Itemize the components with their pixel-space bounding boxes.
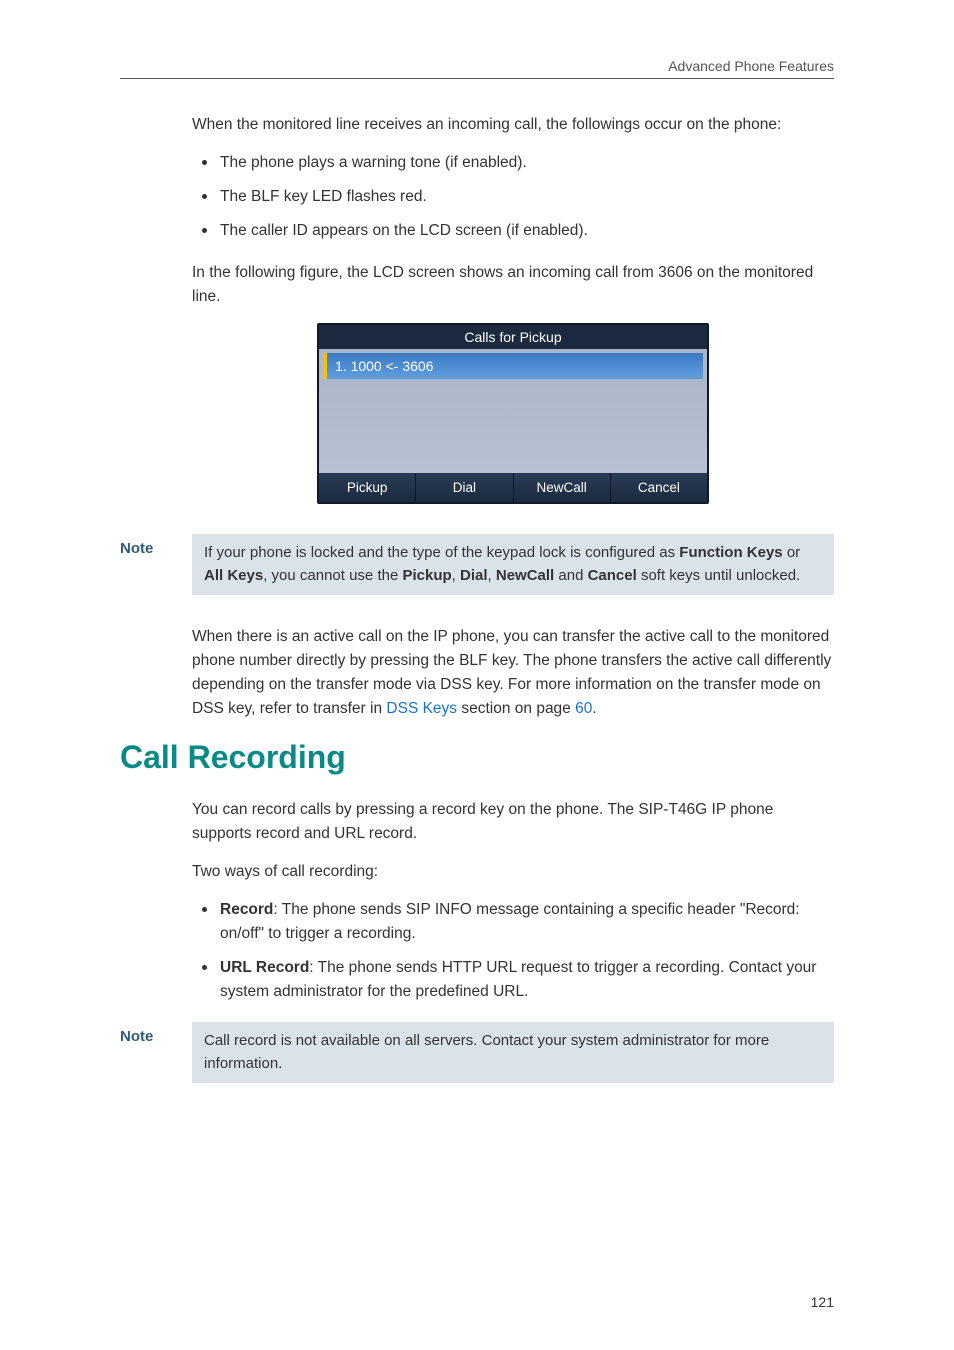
note-2-label: Note — [120, 1022, 192, 1045]
note1-b1: Function Keys — [679, 544, 782, 561]
recording-bullet-2: URL Record: The phone sends HTTP URL req… — [192, 956, 834, 1004]
recording-bullet-2-bold: URL Record — [220, 959, 309, 976]
call-recording-heading: Call Recording — [120, 739, 834, 776]
recording-bullets: Record: The phone sends SIP INFO message… — [192, 898, 834, 1004]
dss-keys-link[interactable]: DSS Keys — [386, 700, 457, 717]
note-2: Note Call record is not available on all… — [120, 1022, 834, 1083]
note-1-body: If your phone is locked and the type of … — [192, 534, 834, 595]
note1-b4: Dial — [460, 567, 488, 584]
content-block-1: When the monitored line receives an inco… — [192, 113, 834, 504]
softkey-dial[interactable]: Dial — [416, 473, 513, 502]
note1-sep2: , — [488, 567, 496, 584]
note1-mid2: , you cannot use the — [263, 567, 402, 584]
note1-mid1: or — [783, 544, 801, 561]
recording-p1: You can record calls by pressing a recor… — [192, 798, 834, 846]
page-header-title: Advanced Phone Features — [120, 58, 834, 74]
lcd-empty-area — [323, 381, 703, 469]
recording-bullet-1-text: : The phone sends SIP INFO message conta… — [220, 901, 800, 942]
note-2-body: Call record is not available on all serv… — [192, 1022, 834, 1083]
note1-sep1: , — [452, 567, 460, 584]
softkey-pickup[interactable]: Pickup — [319, 473, 416, 502]
intro-bullet-3: The caller ID appears on the LCD screen … — [192, 219, 834, 243]
content-block-3: You can record calls by pressing a recor… — [192, 798, 834, 1004]
recording-p2: Two ways of call recording: — [192, 860, 834, 884]
lcd-screen: Calls for Pickup 1. 1000 <- 3606 Pickup … — [317, 323, 709, 504]
page-header: Advanced Phone Features — [120, 58, 834, 79]
lcd-body: 1. 1000 <- 3606 — [319, 349, 707, 473]
softkey-newcall[interactable]: NewCall — [514, 473, 611, 502]
recording-bullet-1-bold: Record — [220, 901, 273, 918]
note1-b3: Pickup — [402, 567, 451, 584]
note1-pre: If your phone is locked and the type of … — [204, 544, 679, 561]
intro-bullet-1: The phone plays a warning tone (if enabl… — [192, 151, 834, 175]
lcd-list-item: 1. 1000 <- 3606 — [323, 353, 703, 379]
note1-b2: All Keys — [204, 567, 263, 584]
page-number: 121 — [811, 1294, 834, 1310]
lcd-softkey-row: Pickup Dial NewCall Cancel — [319, 473, 707, 502]
page-60-link[interactable]: 60 — [575, 700, 592, 717]
intro-bullets: The phone plays a warning tone (if enabl… — [192, 151, 834, 243]
note1-b6: Cancel — [588, 567, 637, 584]
lcd-figure: Calls for Pickup 1. 1000 <- 3606 Pickup … — [192, 323, 834, 504]
note1-b5: NewCall — [496, 567, 554, 584]
transfer-post: . — [592, 700, 596, 717]
note1-tail: soft keys until unlocked. — [637, 567, 800, 584]
figure-lead: In the following figure, the LCD screen … — [192, 261, 834, 309]
intro-bullet-2: The BLF key LED flashes red. — [192, 185, 834, 209]
transfer-paragraph: When there is an active call on the IP p… — [192, 625, 834, 721]
intro-lead: When the monitored line receives an inco… — [192, 113, 834, 137]
softkey-cancel[interactable]: Cancel — [611, 473, 707, 502]
transfer-mid: section on page — [457, 700, 575, 717]
note-1-label: Note — [120, 534, 192, 557]
note-1: Note If your phone is locked and the typ… — [120, 534, 834, 595]
content-block-2: When there is an active call on the IP p… — [192, 625, 834, 721]
lcd-title: Calls for Pickup — [319, 325, 707, 349]
page: Advanced Phone Features When the monitor… — [0, 0, 954, 1350]
recording-bullet-2-text: : The phone sends HTTP URL request to tr… — [220, 959, 816, 1000]
recording-bullet-1: Record: The phone sends SIP INFO message… — [192, 898, 834, 946]
note1-mid3: and — [554, 567, 587, 584]
